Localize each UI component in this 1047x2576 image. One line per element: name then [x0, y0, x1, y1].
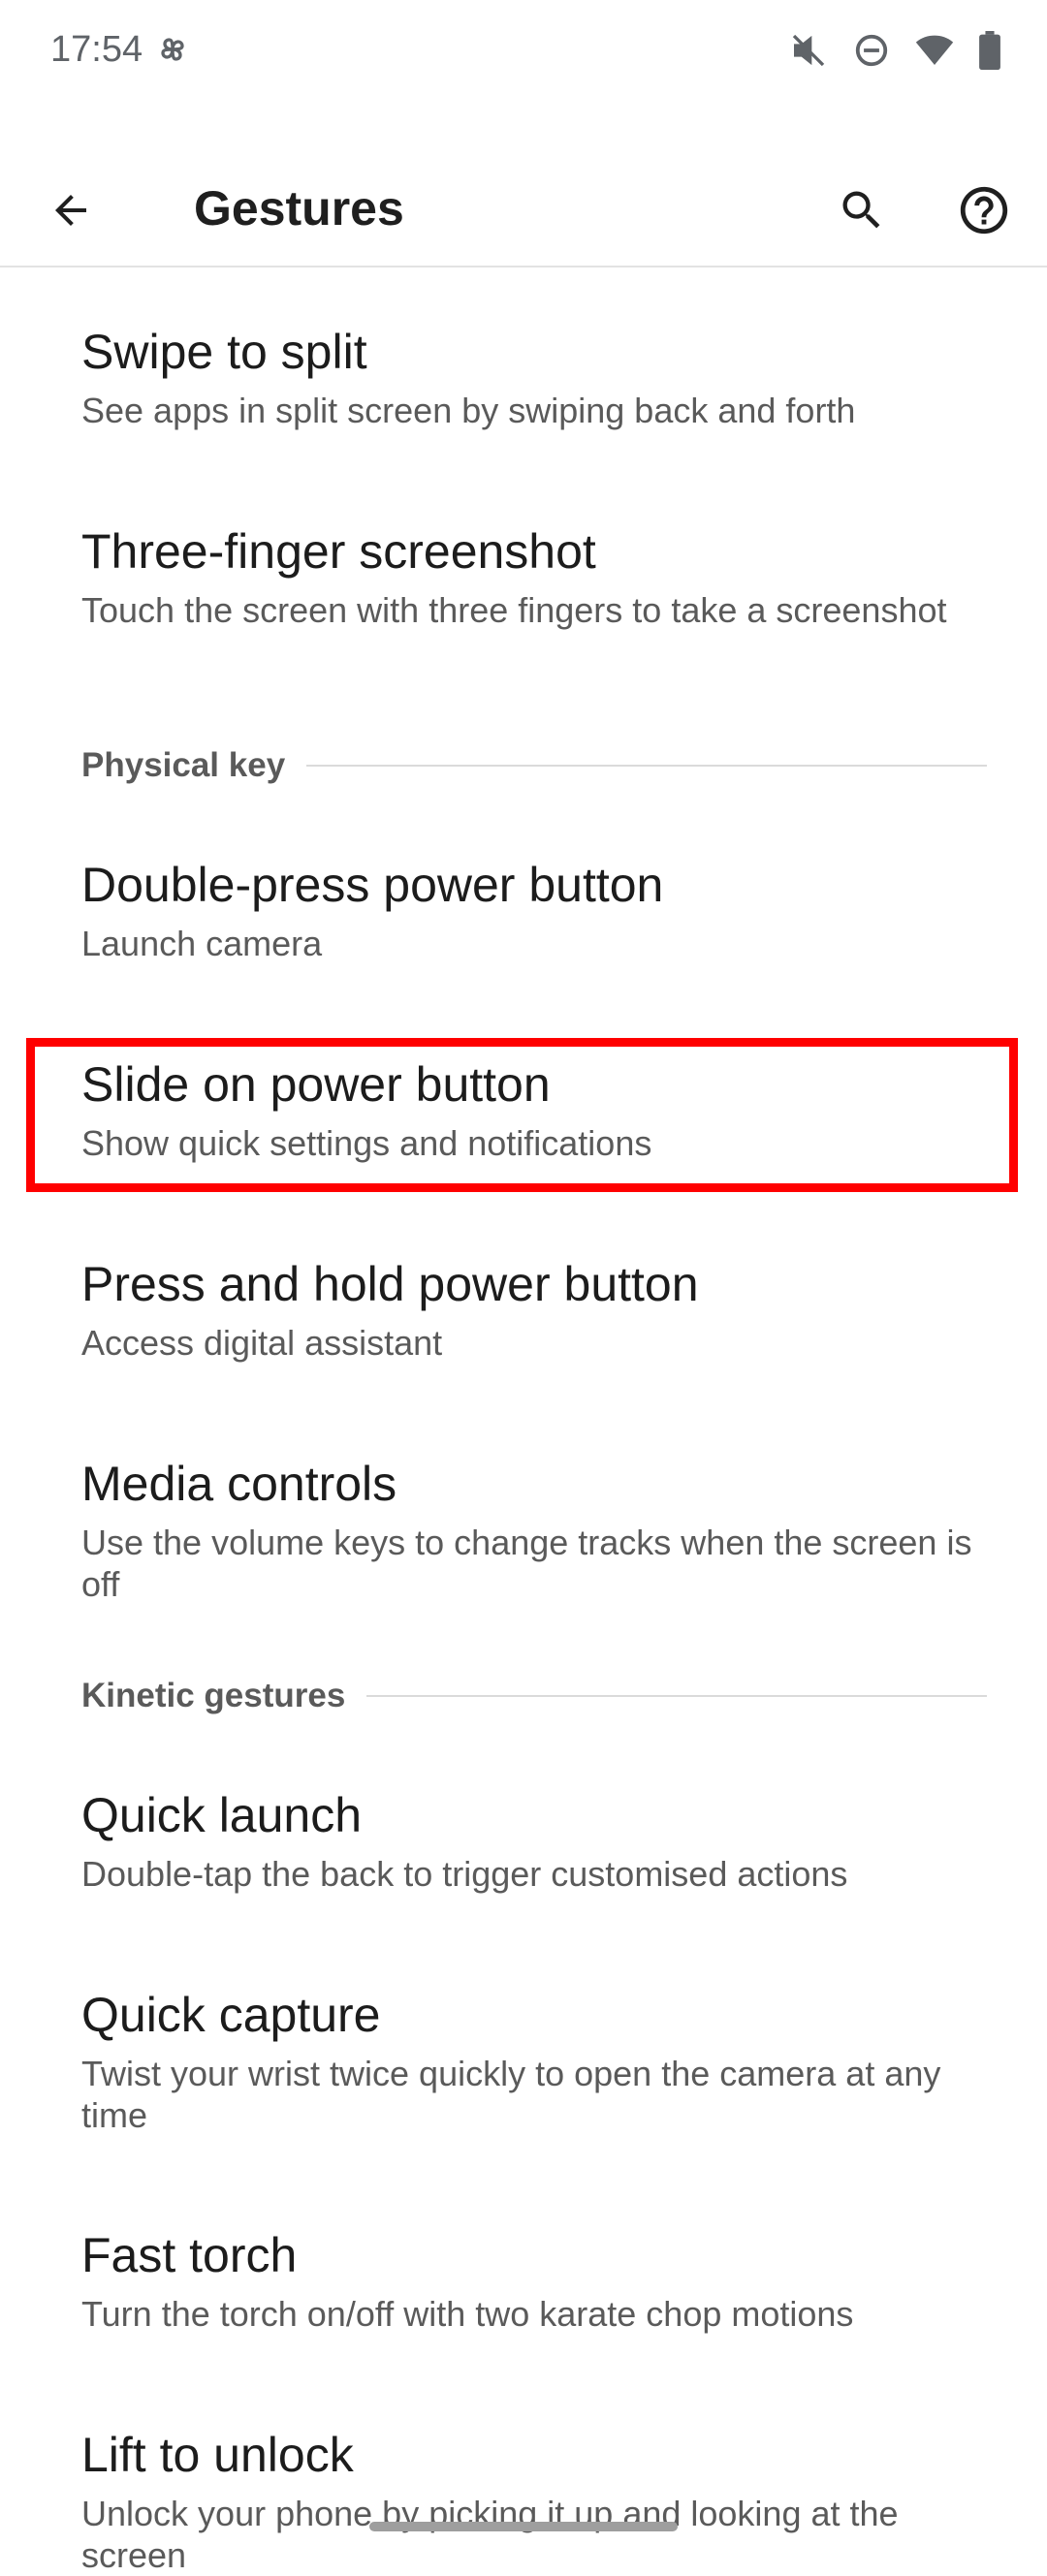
app-bar: Gestures [0, 155, 1047, 267]
pref-summary: Use the volume keys to change tracks whe… [81, 1523, 972, 1604]
search-icon [842, 191, 880, 229]
pref-title: Lift to unlock [81, 2428, 354, 2482]
pref-title: Quick launch [81, 1788, 363, 1842]
back-button[interactable] [27, 167, 114, 254]
pref-quick-capture[interactable]: Quick capture Twist your wrist twice qui… [81, 1985, 983, 2136]
category-divider [366, 1695, 987, 1697]
pref-title: Fast torch [81, 2228, 298, 2282]
highlight-box [26, 1038, 1018, 1192]
pref-title: Press and hold power button [81, 1257, 699, 1311]
pref-summary: Turn the torch on/off with two karate ch… [81, 2294, 854, 2334]
pref-title: Media controls [81, 1457, 397, 1511]
arrow-back-icon [55, 195, 86, 226]
pref-double-press-power[interactable]: Double-press power button Launch camera [81, 855, 983, 964]
category-label: Physical key [81, 746, 286, 784]
pref-summary: Unlock your phone by picking it up and l… [81, 2494, 899, 2575]
pref-lift-to-unlock[interactable]: Lift to unlock Unlock your phone by pick… [81, 2425, 983, 2576]
pref-summary: Launch camera [81, 924, 323, 963]
pref-title: Swipe to split [81, 325, 367, 379]
mute-vibrate-icon [789, 31, 828, 75]
pref-title: Double-press power button [81, 858, 664, 912]
search-button[interactable] [818, 167, 905, 254]
pref-summary: See apps in split screen by swiping back… [81, 391, 856, 430]
battery-icon [979, 31, 1000, 75]
pref-summary: Twist your wrist twice quickly to open t… [81, 2054, 941, 2135]
status-bar: 17:54 [0, 0, 1047, 107]
help-circle-icon [960, 186, 1008, 235]
pref-summary: Touch the screen with three fingers to t… [81, 590, 947, 630]
pref-summary: Access digital assistant [81, 1323, 443, 1363]
pref-swipe-to-split[interactable]: Swipe to split See apps in split screen … [81, 322, 983, 431]
category-physical-key: Physical key [81, 737, 987, 795]
pref-title: Quick capture [81, 1988, 381, 2042]
gesture-nav-handle[interactable] [369, 2522, 678, 2531]
pref-quick-launch[interactable]: Quick launch Double-tap the back to trig… [81, 1785, 983, 1895]
pref-media-controls[interactable]: Media controls Use the volume keys to ch… [81, 1454, 983, 1605]
category-divider [306, 765, 987, 767]
pref-three-finger-screenshot[interactable]: Three-finger screenshot Touch the screen… [81, 521, 983, 631]
status-time: 17:54 [50, 29, 143, 70]
pinwheel-icon [153, 30, 192, 74]
pref-fast-torch[interactable]: Fast torch Turn the torch on/off with tw… [81, 2225, 983, 2335]
wifi-icon [915, 34, 954, 72]
pref-summary: Double-tap the back to trigger customise… [81, 1854, 848, 1894]
pref-title: Three-finger screenshot [81, 524, 596, 579]
page-title: Gestures [194, 181, 404, 236]
do-not-disturb-icon [853, 32, 890, 74]
help-button[interactable] [940, 167, 1028, 254]
category-kinetic-gestures: Kinetic gestures [81, 1667, 987, 1725]
pref-press-and-hold-power[interactable]: Press and hold power button Access digit… [81, 1254, 983, 1364]
category-label: Kinetic gestures [81, 1677, 346, 1714]
